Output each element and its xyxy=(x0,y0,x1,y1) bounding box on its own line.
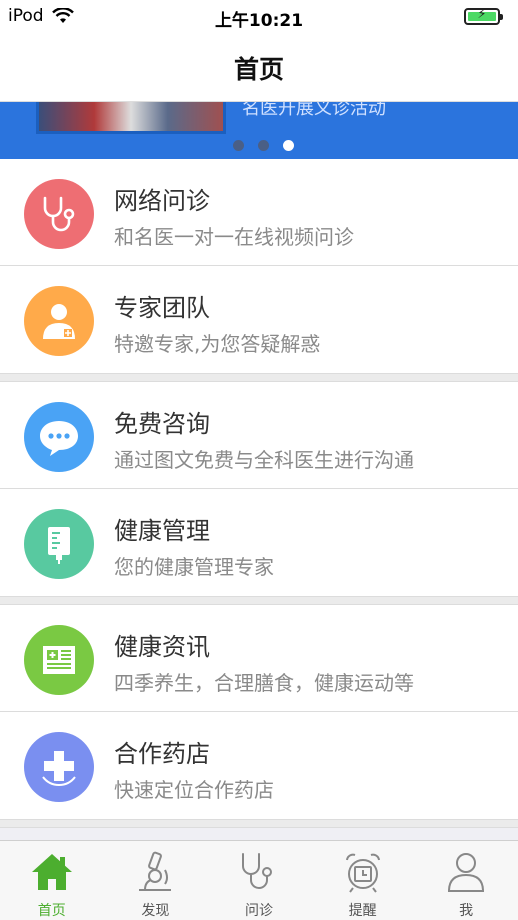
home-icon xyxy=(29,849,75,894)
tab-label: 我 xyxy=(459,903,474,919)
carousel-dot[interactable] xyxy=(257,140,269,151)
tab-label: 提醒 xyxy=(348,903,377,919)
menu-item-subtitle: 特邀专家,为您答疑解惑 xyxy=(114,332,321,356)
stethoscope-icon xyxy=(24,179,94,249)
tab-label: 发现 xyxy=(141,903,170,919)
stethoscope-icon xyxy=(236,849,282,894)
menu-item-title: 健康资讯 xyxy=(114,633,210,661)
menu-item-title: 专家团队 xyxy=(114,294,210,322)
menu-item-health-management[interactable]: 健康管理 您的健康管理专家 xyxy=(0,489,518,596)
menu-item-health-news[interactable]: 健康资讯 四季养生，合理膳食，健康运动等 xyxy=(0,605,518,712)
tab-discover[interactable]: 发现 xyxy=(104,841,208,920)
navigation-bar: 首页 xyxy=(0,34,518,102)
tab-bar: 首页 发现 问诊 提醒 我 xyxy=(0,840,518,920)
menu-item-title: 合作药店 xyxy=(114,740,210,768)
doctor-icon xyxy=(24,286,94,356)
section-divider xyxy=(0,596,518,605)
menu-item-free-consult[interactable]: 免费咨询 通过图文免费与全科医生进行沟通 xyxy=(0,382,518,489)
person-icon xyxy=(443,849,489,894)
banner-text: 名医开展义诊活动 xyxy=(242,102,386,119)
microscope-icon xyxy=(132,849,178,894)
section-divider xyxy=(0,819,518,828)
chat-bubble-icon xyxy=(24,402,94,472)
carousel-dots xyxy=(0,140,518,151)
menu-item-expert-team[interactable]: 专家团队 特邀专家,为您答疑解惑 xyxy=(0,266,518,373)
carousel-dot[interactable] xyxy=(232,140,244,151)
tab-me[interactable]: 我 xyxy=(414,841,518,920)
menu-item-title: 健康管理 xyxy=(114,517,210,545)
tab-reminder[interactable]: 提醒 xyxy=(311,841,415,920)
menu-item-title: 网络问诊 xyxy=(114,187,210,215)
menu-group: 免费咨询 通过图文免费与全科医生进行沟通 健康管理 您的健康管理专家 xyxy=(0,382,518,596)
carousel-dot-active[interactable] xyxy=(282,140,294,151)
pharmacy-cross-icon xyxy=(24,732,94,802)
menu-item-online-consult[interactable]: 网络问诊 和名医一对一在线视频问诊 xyxy=(0,159,518,266)
section-divider xyxy=(0,373,518,382)
menu-item-subtitle: 和名医一对一在线视频问诊 xyxy=(114,225,354,249)
menu-group: 网络问诊 和名医一对一在线视频问诊 专家团队 特邀专家,为您答疑解惑 xyxy=(0,159,518,373)
menu-item-subtitle: 您的健康管理专家 xyxy=(114,555,274,579)
tab-consult[interactable]: 问诊 xyxy=(207,841,311,920)
page-title: 首页 xyxy=(233,54,284,84)
menu-item-subtitle: 快速定位合作药店 xyxy=(114,778,274,802)
menu-item-subtitle: 四季养生，合理膳食，健康运动等 xyxy=(114,671,414,695)
newspaper-icon xyxy=(24,625,94,695)
status-time: 上午10:21 xyxy=(214,11,304,31)
banner-carousel[interactable]: 名医开展义诊活动 xyxy=(0,102,518,159)
status-bar: iPod 上午10:21 ⚡ xyxy=(0,0,518,34)
tab-home[interactable]: 首页 xyxy=(0,841,104,920)
alarm-clock-icon xyxy=(340,849,386,894)
battery-icon: ⚡ xyxy=(464,7,504,26)
menu-list: 网络问诊 和名医一对一在线视频问诊 专家团队 特邀专家,为您答疑解惑 免费咨询 … xyxy=(0,159,518,828)
tab-label: 问诊 xyxy=(244,903,273,919)
menu-item-title: 免费咨询 xyxy=(114,410,210,438)
iv-bag-icon xyxy=(24,509,94,579)
tab-label: 首页 xyxy=(37,903,66,919)
menu-group: 健康资讯 四季养生，合理膳食，健康运动等 合作药店 快速定位合作药店 xyxy=(0,605,518,819)
banner-image xyxy=(36,102,226,134)
menu-item-subtitle: 通过图文免费与全科医生进行沟通 xyxy=(114,448,414,472)
menu-item-pharmacy[interactable]: 合作药店 快速定位合作药店 xyxy=(0,712,518,819)
